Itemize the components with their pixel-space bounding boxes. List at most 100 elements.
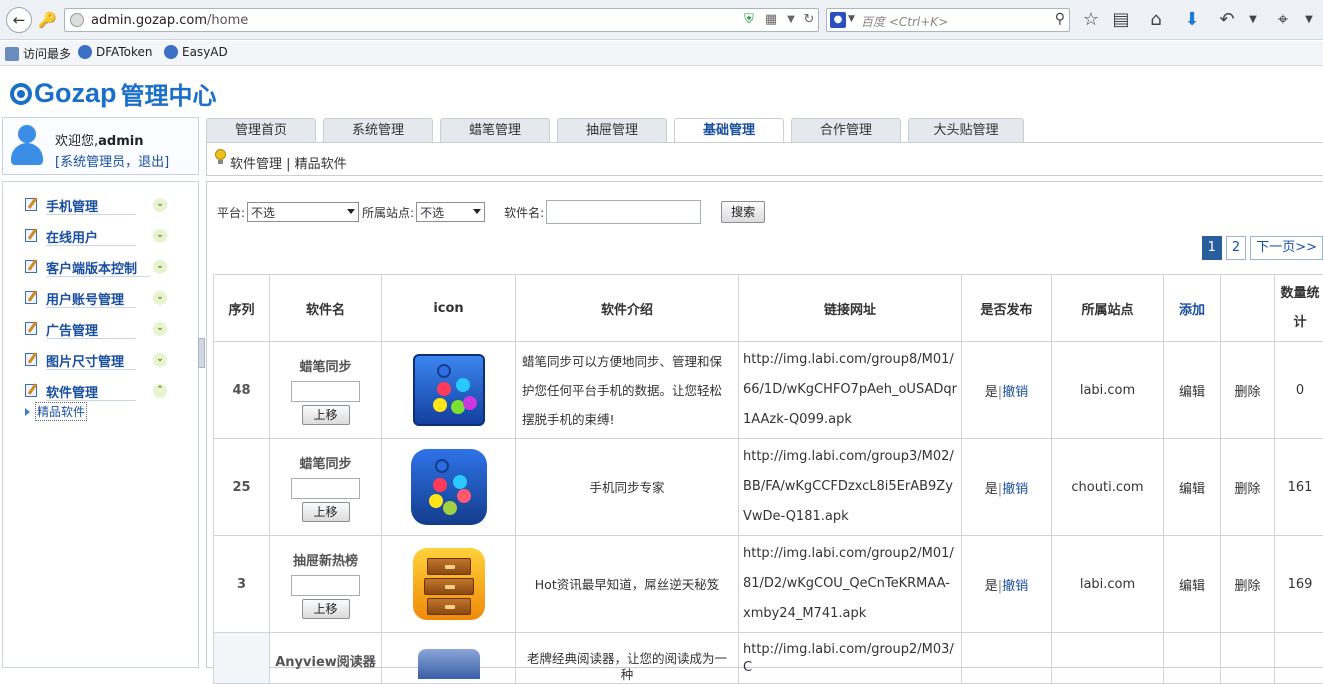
revoke-link[interactable]: 撤销 [1002, 385, 1028, 400]
chevron-up-icon[interactable]: ⌃ [153, 384, 167, 398]
site-select[interactable]: 不选 [416, 202, 485, 222]
chevron-down-icon[interactable]: ⌄ [153, 260, 167, 274]
sort-order-input[interactable] [291, 575, 360, 596]
chevron-down-icon[interactable]: ⌄ [153, 322, 167, 336]
chevron-down-icon[interactable]: ⌄ [153, 229, 167, 243]
edit-link[interactable]: 编辑 [1164, 439, 1221, 536]
software-table: 序列 软件名 icon 软件介绍 链接网址 是否发布 所属站点 添加 数量统计 … [213, 274, 1323, 684]
drawer-cabinet-icon [413, 548, 485, 620]
table-header-row: 序列 软件名 icon 软件介绍 链接网址 是否发布 所属站点 添加 数量统计 [214, 275, 1323, 342]
edit-document-icon [25, 259, 40, 273]
tab-home[interactable]: 管理首页 [206, 118, 316, 142]
sidebar-item-phone[interactable]: 手机管理 ⌄ [25, 192, 193, 216]
bookmark-easyad[interactable]: EasyAD [164, 45, 228, 59]
address-bar[interactable]: admin.gozap.com/home ⛨ ▦ ▼ ↻ [64, 8, 819, 32]
move-up-button[interactable]: 上移 [302, 502, 350, 522]
engine-dropdown-icon[interactable]: ▼ [848, 14, 855, 24]
next-page[interactable]: 下一页>> [1250, 236, 1323, 260]
sort-order-input[interactable] [291, 478, 360, 499]
page-1[interactable]: 1 [1202, 236, 1222, 260]
bookmark-dfatoken[interactable]: DFAToken [78, 45, 152, 59]
edit-document-icon [25, 352, 40, 366]
edit-link[interactable]: 编辑 [1164, 536, 1221, 633]
sidebar-item-ads[interactable]: 广告管理 ⌄ [25, 316, 193, 340]
edit-link[interactable]: 编辑 [1164, 342, 1221, 439]
search-button[interactable]: 搜索 [721, 201, 765, 223]
sidebar-collapse-handle[interactable] [198, 338, 205, 368]
table-row: 48 蜡笔同步 上移 蜡笔同步可以方便地同步、管理和保护您任何平台手机的数据。让… [214, 342, 1323, 439]
col-icon: icon [382, 275, 516, 342]
dropdown-arrow-icon [347, 209, 355, 214]
delete-link[interactable]: 删除 [1221, 439, 1275, 536]
baidu-engine-icon[interactable]: ● [830, 12, 846, 28]
book-reader-icon [418, 649, 480, 679]
bookmark-most-visited[interactable]: 访问最多 [5, 45, 71, 62]
download-icon[interactable]: ⬇ [1180, 8, 1204, 32]
row-count: 161 [1275, 439, 1323, 536]
row-seq [214, 633, 270, 684]
lightbulb-icon [215, 149, 226, 165]
back-arrow-icon[interactable]: ← [6, 7, 32, 33]
edit-document-icon [25, 383, 40, 397]
triangle-right-icon [25, 408, 30, 416]
url-dropdown-icon[interactable]: ▼ [783, 12, 799, 28]
sidebar-item-client-version[interactable]: 客户端版本控制 ⌄ [25, 254, 193, 278]
chevron-down-icon[interactable]: ⌄ [153, 291, 167, 305]
sidebar-subitem-premium-software[interactable]: 精品软件 [25, 402, 87, 421]
key-icon[interactable]: 🔑 [38, 11, 58, 29]
move-up-button[interactable]: 上移 [302, 599, 350, 619]
shield-icon[interactable]: ⛨ [741, 12, 757, 28]
software-name-input[interactable] [546, 200, 701, 224]
crop-icon[interactable]: ⌖ [1271, 8, 1295, 32]
sort-order-input[interactable] [291, 381, 360, 402]
revoke-link[interactable]: 撤销 [1002, 579, 1028, 594]
delete-link[interactable]: 删除 [1221, 536, 1275, 633]
table-row: Anyview阅读器 老牌经典阅读器，让您的阅读成为一种 http://img.… [214, 633, 1323, 684]
revoke-link[interactable]: 撤销 [1002, 482, 1028, 497]
col-url: 链接网址 [739, 275, 962, 342]
tab-basic[interactable]: 基础管理 [674, 118, 784, 143]
row-icon-cell [382, 633, 516, 684]
software-name-label: 软件名: [504, 204, 544, 221]
welcome-text: 欢迎您,admin [55, 130, 143, 149]
tab-cooperation[interactable]: 合作管理 [791, 118, 901, 142]
search-icon[interactable]: ⚲ [1055, 11, 1065, 27]
qr-code-icon[interactable]: ▦ [763, 12, 779, 28]
chevron-down-icon[interactable]: ⌄ [153, 353, 167, 367]
sidebar-item-image-size[interactable]: 图片尺寸管理 ⌄ [25, 347, 193, 371]
reading-list-icon[interactable]: ▤ [1109, 8, 1133, 32]
table-row: 3 抽屉新热榜 上移 Hot资讯最早知道，屌丝逆天秘笈 http://img.l… [214, 536, 1323, 633]
tab-drawer[interactable]: 抽屉管理 [557, 118, 667, 142]
delete-link[interactable]: 删除 [1221, 342, 1275, 439]
url-text[interactable]: admin.gozap.com/home [91, 13, 248, 28]
tab-crayon[interactable]: 蜡笔管理 [440, 118, 550, 142]
search-bar[interactable]: ● ▼ 百度 <Ctrl+K> ⚲ [826, 8, 1070, 32]
sidebar-item-online-users[interactable]: 在线用户 ⌄ [25, 223, 193, 247]
site-logo[interactable]: Gozap 管理中心 [10, 76, 217, 111]
sidebar-item-user-accounts[interactable]: 用户账号管理 ⌄ [25, 285, 193, 309]
globe-icon [70, 13, 84, 27]
bookmark-folder-icon [5, 47, 19, 61]
platform-select[interactable]: 不选 [247, 202, 359, 222]
sidebar-item-software[interactable]: 软件管理 ⌃ [25, 378, 193, 402]
site-label: 所属站点: [362, 204, 414, 221]
tab-system[interactable]: 系统管理 [323, 118, 433, 142]
platform-label: 平台: [217, 204, 245, 221]
row-seq: 48 [214, 342, 270, 439]
move-up-button[interactable]: 上移 [302, 405, 350, 425]
undo-icon[interactable]: ↶ [1215, 8, 1239, 32]
chevron-down-icon[interactable]: ⌄ [153, 198, 167, 212]
star-icon[interactable]: ☆ [1079, 8, 1103, 32]
crop-dropdown-icon[interactable]: ▼ [1297, 8, 1321, 32]
home-icon[interactable]: ⌂ [1144, 8, 1168, 32]
undo-dropdown-icon[interactable]: ▼ [1241, 8, 1265, 32]
tab-photo-sticker[interactable]: 大头贴管理 [908, 118, 1024, 142]
add-link[interactable]: 添加 [1164, 275, 1221, 342]
page-2[interactable]: 2 [1226, 236, 1246, 260]
row-count: 169 [1275, 536, 1323, 633]
role-logout-links[interactable]: [系统管理员，退出] [55, 151, 169, 170]
reload-icon[interactable]: ↻ [801, 12, 817, 28]
edit-document-icon [25, 321, 40, 335]
row-seq: 25 [214, 439, 270, 536]
bookmarks-bar: 访问最多 DFAToken EasyAD [0, 41, 1323, 66]
